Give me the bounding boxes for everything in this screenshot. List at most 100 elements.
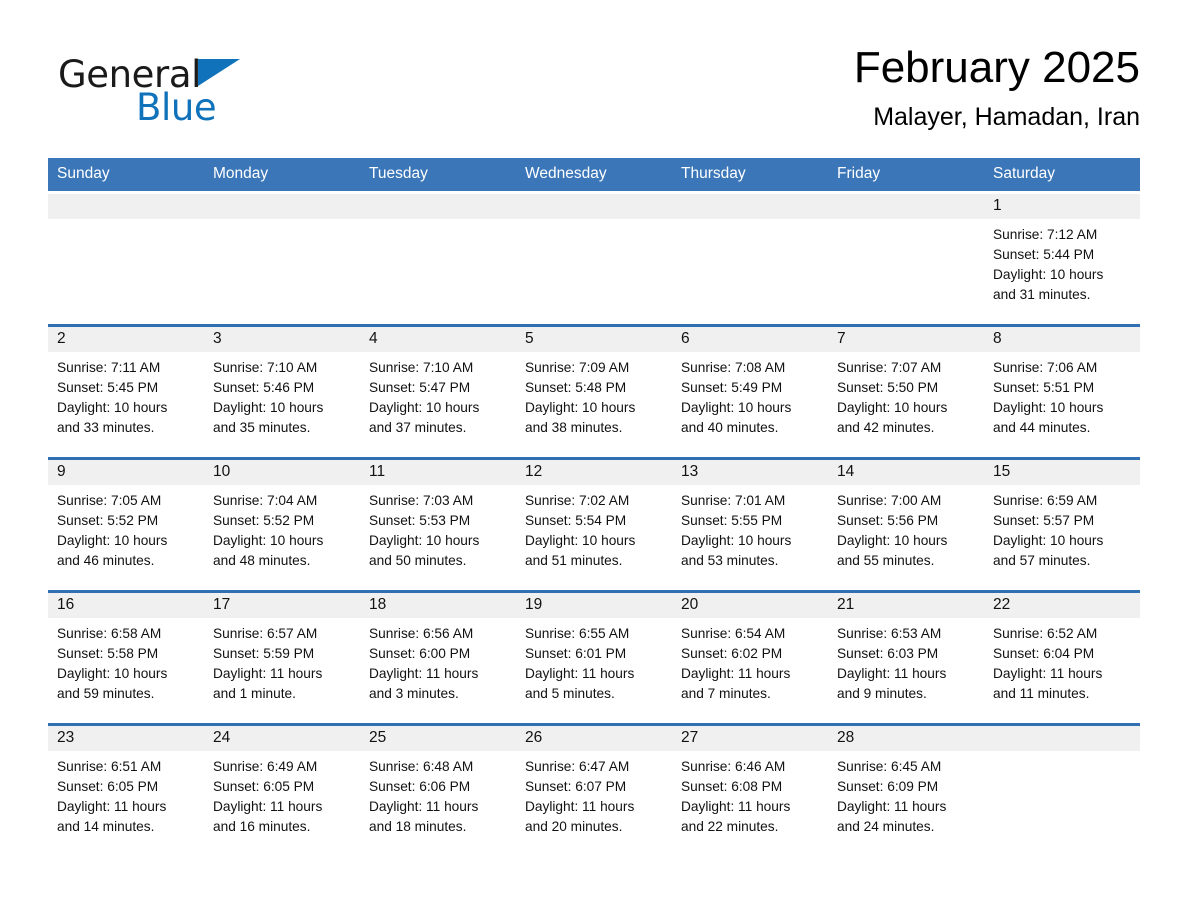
day-number: 24: [213, 729, 231, 746]
sunset-text: Sunset: 5:44 PM: [993, 247, 1095, 262]
day-number-band: 21: [828, 593, 984, 618]
daylight-text-line2: and 5 minutes.: [525, 686, 615, 701]
day-number: 8: [993, 330, 1002, 347]
sunset-text: Sunset: 5:50 PM: [837, 380, 939, 395]
day-number-band: 19: [516, 593, 672, 618]
daylight-text-line1: Daylight: 10 hours: [837, 400, 948, 415]
day-number: 6: [681, 330, 690, 347]
daylight-text-line2: and 59 minutes.: [57, 686, 155, 701]
day-details: Sunrise: 6:46 AM Sunset: 6:08 PM Daylight:…: [672, 751, 828, 837]
day-cell[interactable]: 19 Sunrise: 6:55 AM Sunset: 6:01 PM Dayligh…: [516, 593, 672, 723]
day-number-band: [204, 194, 360, 219]
day-cell[interactable]: 2 Sunrise: 7:11 AM Sunset: 5:45 PM Daylight…: [48, 327, 204, 457]
sunrise-text: Sunrise: 6:46 AM: [681, 759, 786, 774]
day-number: 25: [369, 729, 387, 746]
day-cell[interactable]: 14 Sunrise: 7:00 AM Sunset: 5:56 PM Dayligh…: [828, 460, 984, 590]
sunrise-text: Sunrise: 6:51 AM: [57, 759, 162, 774]
daylight-text-line1: Daylight: 11 hours: [837, 799, 947, 814]
day-cell[interactable]: 20 Sunrise: 6:54 AM Sunset: 6:02 PM Dayligh…: [672, 593, 828, 723]
day-details: Sunrise: 6:47 AM Sunset: 6:07 PM Daylight:…: [516, 751, 672, 837]
day-cell[interactable]: 15 Sunrise: 6:59 AM Sunset: 5:57 PM Dayligh…: [984, 460, 1140, 590]
day-number-band: 18: [360, 593, 516, 618]
daylight-text-line1: Daylight: 10 hours: [993, 267, 1104, 282]
daylight-text-line1: Daylight: 10 hours: [213, 533, 324, 548]
day-number: 10: [213, 463, 231, 480]
day-cell[interactable]: 16 Sunrise: 6:58 AM Sunset: 5:58 PM Dayligh…: [48, 593, 204, 723]
day-number-band: 24: [204, 726, 360, 751]
day-number: 27: [681, 729, 699, 746]
week-row: 23 Sunrise: 6:51 AM Sunset: 6:05 PM Dayligh…: [48, 726, 1140, 856]
triangle-icon: [198, 59, 241, 86]
weekday-header-monday: Monday: [204, 158, 360, 191]
day-cell[interactable]: 4 Sunrise: 7:10 AM Sunset: 5:47 PM Daylight…: [360, 327, 516, 457]
day-cell-empty: [984, 726, 1140, 856]
day-details: Sunrise: 6:51 AM Sunset: 6:05 PM Daylight:…: [48, 751, 204, 837]
day-number-band: 17: [204, 593, 360, 618]
day-cell[interactable]: 5 Sunrise: 7:09 AM Sunset: 5:48 PM Daylight…: [516, 327, 672, 457]
logo-word-blue: Blue: [136, 86, 217, 129]
day-number: 7: [837, 330, 846, 347]
sunset-text: Sunset: 5:59 PM: [213, 646, 315, 661]
sunset-text: Sunset: 5:56 PM: [837, 513, 939, 528]
day-cell[interactable]: 9 Sunrise: 7:05 AM Sunset: 5:52 PM Daylight…: [48, 460, 204, 590]
day-number-band: 20: [672, 593, 828, 618]
day-cell-empty: [672, 194, 828, 324]
day-details: Sunrise: 6:57 AM Sunset: 5:59 PM Daylight:…: [204, 618, 360, 704]
day-details: Sunrise: 6:58 AM Sunset: 5:58 PM Daylight:…: [48, 618, 204, 704]
daylight-text-line2: and 18 minutes.: [369, 819, 467, 834]
sunset-text: Sunset: 5:46 PM: [213, 380, 315, 395]
daylight-text-line2: and 53 minutes.: [681, 553, 779, 568]
day-number-band: 23: [48, 726, 204, 751]
sunset-text: Sunset: 6:08 PM: [681, 779, 783, 794]
sunrise-text: Sunrise: 7:11 AM: [57, 360, 161, 375]
day-cell[interactable]: 18 Sunrise: 6:56 AM Sunset: 6:00 PM Dayligh…: [360, 593, 516, 723]
day-number-band: 1: [984, 194, 1140, 219]
sunset-text: Sunset: 5:58 PM: [57, 646, 159, 661]
day-cell[interactable]: 25 Sunrise: 6:48 AM Sunset: 6:06 PM Dayligh…: [360, 726, 516, 856]
day-details: Sunrise: 7:10 AM Sunset: 5:47 PM Daylight:…: [360, 352, 516, 438]
day-number-band: [516, 194, 672, 219]
sunrise-text: Sunrise: 7:04 AM: [213, 493, 318, 508]
day-cell[interactable]: 26 Sunrise: 6:47 AM Sunset: 6:07 PM Dayligh…: [516, 726, 672, 856]
daylight-text-line2: and 33 minutes.: [57, 420, 155, 435]
day-cell[interactable]: 23 Sunrise: 6:51 AM Sunset: 6:05 PM Dayligh…: [48, 726, 204, 856]
day-number-band: 4: [360, 327, 516, 352]
sunrise-text: Sunrise: 6:56 AM: [369, 626, 474, 641]
day-number: 11: [369, 463, 386, 480]
day-cell-empty: [360, 194, 516, 324]
sunrise-text: Sunrise: 6:53 AM: [837, 626, 942, 641]
weekday-header-saturday: Saturday: [984, 158, 1140, 191]
daylight-text-line1: Daylight: 11 hours: [681, 799, 791, 814]
day-cell[interactable]: 22 Sunrise: 6:52 AM Sunset: 6:04 PM Dayligh…: [984, 593, 1140, 723]
day-number-band: 10: [204, 460, 360, 485]
day-cell[interactable]: 10 Sunrise: 7:04 AM Sunset: 5:52 PM Dayligh…: [204, 460, 360, 590]
day-cell[interactable]: 7 Sunrise: 7:07 AM Sunset: 5:50 PM Daylight…: [828, 327, 984, 457]
sunset-text: Sunset: 6:07 PM: [525, 779, 627, 794]
location-subtitle: Malayer, Hamadan, Iran: [873, 103, 1140, 131]
sunrise-text: Sunrise: 6:45 AM: [837, 759, 942, 774]
day-cell[interactable]: 12 Sunrise: 7:02 AM Sunset: 5:54 PM Dayligh…: [516, 460, 672, 590]
day-number: 21: [837, 596, 855, 613]
daylight-text-line2: and 46 minutes.: [57, 553, 155, 568]
day-cell[interactable]: 28 Sunrise: 6:45 AM Sunset: 6:09 PM Dayligh…: [828, 726, 984, 856]
day-details: Sunrise: 6:56 AM Sunset: 6:00 PM Daylight:…: [360, 618, 516, 704]
day-cell[interactable]: 1 Sunrise: 7:12 AM Sunset: 5:44 PM Daylight…: [984, 194, 1140, 324]
day-details: Sunrise: 7:00 AM Sunset: 5:56 PM Daylight:…: [828, 485, 984, 571]
day-number: 12: [525, 463, 543, 480]
day-cell[interactable]: 11 Sunrise: 7:03 AM Sunset: 5:53 PM Dayligh…: [360, 460, 516, 590]
calendar-page: General Blue February 2025 Malayer, Hama…: [0, 0, 1188, 918]
day-cell[interactable]: 6 Sunrise: 7:08 AM Sunset: 5:49 PM Daylight…: [672, 327, 828, 457]
day-number-band: 13: [672, 460, 828, 485]
day-cell[interactable]: 21 Sunrise: 6:53 AM Sunset: 6:03 PM Dayligh…: [828, 593, 984, 723]
day-cell[interactable]: 27 Sunrise: 6:46 AM Sunset: 6:08 PM Dayligh…: [672, 726, 828, 856]
day-cell[interactable]: 8 Sunrise: 7:06 AM Sunset: 5:51 PM Daylight…: [984, 327, 1140, 457]
daylight-text-line2: and 57 minutes.: [993, 553, 1091, 568]
day-cell[interactable]: 24 Sunrise: 6:49 AM Sunset: 6:05 PM Dayligh…: [204, 726, 360, 856]
daylight-text-line2: and 42 minutes.: [837, 420, 935, 435]
day-cell[interactable]: 13 Sunrise: 7:01 AM Sunset: 5:55 PM Dayligh…: [672, 460, 828, 590]
sunrise-text: Sunrise: 7:01 AM: [681, 493, 786, 508]
weekday-header-tuesday: Tuesday: [360, 158, 516, 191]
daylight-text-line2: and 22 minutes.: [681, 819, 779, 834]
day-cell[interactable]: 17 Sunrise: 6:57 AM Sunset: 5:59 PM Dayligh…: [204, 593, 360, 723]
day-cell[interactable]: 3 Sunrise: 7:10 AM Sunset: 5:46 PM Daylight…: [204, 327, 360, 457]
